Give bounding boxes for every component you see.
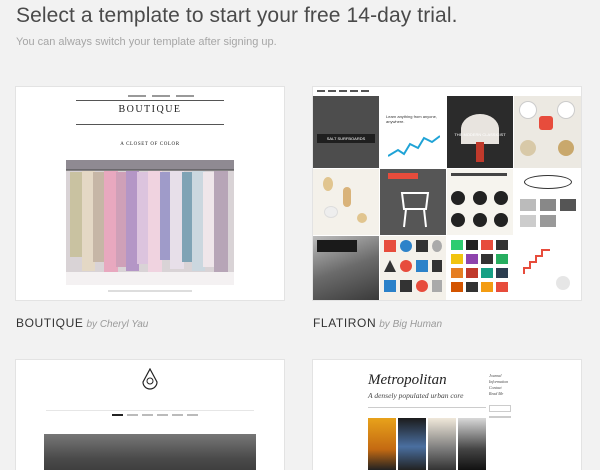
template-author: by Big Human: [379, 319, 443, 330]
preview-caption-line: [108, 290, 192, 292]
tile-label: Learn anything from anyone, anywhere.: [386, 114, 437, 124]
tile-bulbs: [313, 169, 379, 235]
page-title: Select a template to start your free 14-…: [16, 4, 458, 27]
preview-rule: [46, 410, 254, 411]
preview-topbar: [313, 87, 581, 95]
page-subtitle: You can always switch your template afte…: [16, 36, 277, 48]
tile-label: THE MODERN CLASSICIST: [454, 132, 506, 137]
preview-nav: [112, 414, 198, 416]
preview-rule: [76, 100, 224, 101]
preview-menu-item: Read Me: [489, 391, 504, 396]
preview-search-box: [489, 405, 511, 412]
preview-rule: [368, 407, 486, 408]
template-card-minimal[interactable]: [16, 360, 284, 470]
template-card-metropolitan[interactable]: Metropolitan A densely populated urban c…: [313, 360, 581, 470]
template-card-boutique[interactable]: BOUTIQUE A CLOSET OF COLOR: [16, 87, 284, 300]
preview-menu-item: Contact: [489, 385, 502, 390]
preview-photo-clothes-rack: [66, 160, 234, 285]
tile-food-plates: [514, 96, 581, 168]
tile-sun-n-fun: [514, 169, 581, 235]
preview-tagline: A densely populated urban core: [368, 391, 464, 400]
template-caption-boutique[interactable]: BOUTIQUE by Cheryl Yau: [16, 316, 148, 330]
tile-chair: [380, 169, 446, 235]
template-caption-flatiron[interactable]: FLATIRON by Big Human: [313, 316, 442, 330]
tile-salt-surfboards: SALT SURFBOARDS: [313, 96, 379, 168]
album-cover: [458, 418, 486, 470]
preview-photo: [44, 434, 256, 470]
preview-logo: BOUTIQUE: [118, 104, 182, 115]
tile-label: SALT SURFBOARDS: [317, 134, 375, 143]
tile-shapes: [380, 236, 446, 300]
album-cover: [398, 418, 426, 470]
preview-post-title: A CLOSET OF COLOR: [120, 142, 180, 147]
preview-menu-item: Information: [489, 379, 509, 384]
template-author: by Cheryl Yau: [86, 319, 149, 330]
preview-rule: [76, 124, 224, 125]
preview-menu: Journal Information Contact Read Me: [489, 374, 508, 396]
template-card-flatiron[interactable]: SALT SURFBOARDS Learn anything from anyo…: [313, 87, 581, 300]
tile-stairs: [514, 236, 581, 300]
triangle-drop-logo-icon: [142, 368, 158, 390]
album-cover: [368, 418, 396, 470]
preview-nav: [128, 95, 194, 97]
tile-plates-black: [447, 169, 513, 235]
tile-map-graphic: [388, 135, 440, 157]
tile-learn-anything: Learn anything from anyone, anywhere.: [380, 96, 446, 168]
tile-icon-grid: [447, 236, 513, 300]
preview-sidebar-line: [489, 416, 511, 418]
album-cover: [428, 418, 456, 470]
tile-street-photo: [313, 236, 379, 300]
template-name: BOUTIQUE: [16, 316, 84, 330]
preview-logo: Metropolitan: [368, 372, 447, 388]
template-name: FLATIRON: [313, 316, 377, 330]
tile-modern-classicist: THE MODERN CLASSICIST: [447, 96, 513, 168]
preview-menu-item: Journal: [489, 373, 502, 378]
